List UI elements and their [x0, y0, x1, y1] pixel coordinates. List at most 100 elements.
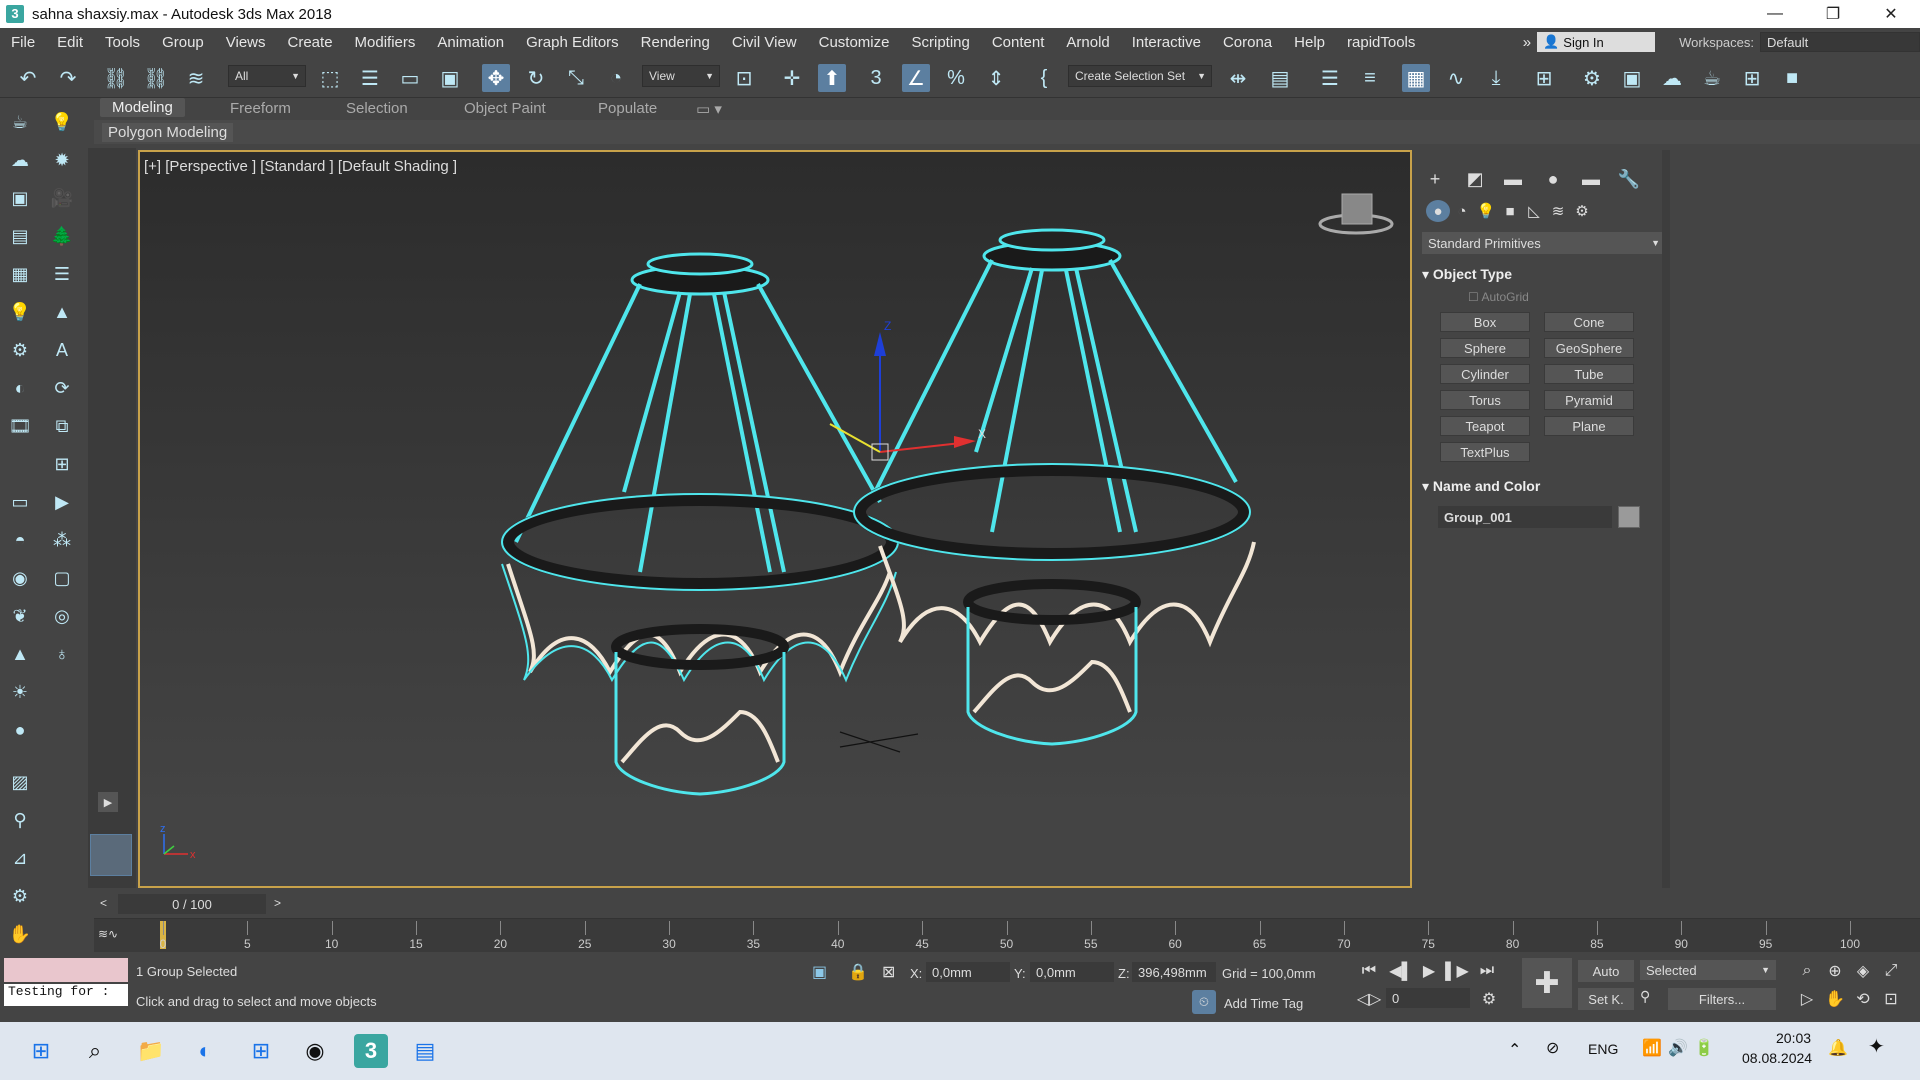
menu-animation[interactable]: Animation	[426, 34, 515, 51]
tab-populate[interactable]: Populate	[598, 100, 657, 117]
menu-help[interactable]: Help	[1283, 34, 1336, 51]
clock-time[interactable]: 20:03	[1776, 1030, 1811, 1046]
edit-named-selection-icon[interactable]: {	[1030, 64, 1058, 92]
snaps-toggle-icon[interactable]: 3	[862, 64, 890, 92]
lamp-icon[interactable]: ♁	[48, 640, 76, 668]
window-crossing-icon[interactable]: ▣	[436, 64, 464, 92]
object-name-field[interactable]: Group_001	[1438, 506, 1612, 528]
z-coordinate-field[interactable]: 396,498mm	[1132, 962, 1216, 982]
pipe-icon[interactable]: ⚲	[6, 806, 34, 834]
frame-icon[interactable]: ⧉	[48, 412, 76, 440]
utilities-tab-icon[interactable]: 🔧	[1614, 166, 1644, 192]
sunlight-icon[interactable]: ☀	[6, 678, 34, 706]
zoom-extents-all-icon[interactable]: ⤢	[1878, 958, 1904, 984]
layer-explorer-icon[interactable]: ≡	[1356, 64, 1384, 92]
image-icon[interactable]: ▣	[6, 184, 34, 212]
group-icon[interactable]: ⁂	[48, 526, 76, 554]
zoom-extents-icon[interactable]: ◈	[1850, 958, 1876, 984]
lights-icon[interactable]: 💡	[1474, 200, 1498, 222]
x-coordinate-field[interactable]: 0,0mm	[926, 962, 1010, 982]
play-icon[interactable]: ▶	[1416, 958, 1442, 984]
maximize-button[interactable]: ❐	[1804, 0, 1862, 28]
menu-rapidtools[interactable]: rapidTools	[1336, 34, 1426, 51]
pivot-center-icon[interactable]: ⊡	[730, 64, 758, 92]
rotate-icon[interactable]: ⟳	[48, 374, 76, 402]
viewport-layout-thumbnail[interactable]	[90, 834, 132, 876]
menu-views[interactable]: Views	[215, 34, 277, 51]
language-indicator[interactable]: ENG	[1588, 1041, 1618, 1057]
track-bar[interactable]: ≋∿ 0 5 10 15 20 25 30 35 40 45 50 55 60 65 70 75 80 85 90 9…	[94, 918, 1920, 952]
pan-icon[interactable]: ✋	[1822, 986, 1848, 1012]
select-by-name-icon[interactable]: ☰	[356, 64, 384, 92]
isolate-selection-icon[interactable]: ▣	[812, 962, 827, 982]
bind-spacewarp-icon[interactable]: ≋	[182, 64, 210, 92]
cloud-icon[interactable]: ☁	[6, 146, 34, 174]
settings-icon[interactable]: ⚙	[6, 336, 34, 364]
shapes-icon[interactable]: ⊿	[6, 844, 34, 872]
key-tangent-icon[interactable]: ⚲	[1640, 988, 1662, 1010]
command-panel-scrollbar[interactable]	[1662, 150, 1670, 888]
material-editor-icon[interactable]: ⚙	[1578, 64, 1606, 92]
menu-modifiers[interactable]: Modifiers	[344, 34, 427, 51]
perspective-viewport[interactable]: [+] [Perspective ] [Standard ] [Default …	[138, 150, 1412, 888]
field-of-view-icon[interactable]: ▷	[1794, 986, 1820, 1012]
menu-file[interactable]: File	[0, 34, 46, 51]
gear-icon[interactable]: ⚙	[6, 882, 34, 910]
film-icon[interactable]: 🎞	[6, 412, 34, 440]
tray-overflow-icon[interactable]: ⌃	[1508, 1040, 1521, 1060]
time-configuration-icon[interactable]: ⚙	[1476, 986, 1502, 1012]
light-icon[interactable]: 💡	[48, 108, 76, 136]
plane-button[interactable]: Plane	[1544, 416, 1634, 436]
angle-snap-icon[interactable]: ∠	[902, 64, 930, 92]
add-time-tag[interactable]: Add Time Tag	[1224, 996, 1303, 1011]
menu-group[interactable]: Group	[151, 34, 215, 51]
reference-coordinate-select[interactable]: View ▼	[642, 65, 720, 87]
menu-scripting[interactable]: Scripting	[900, 34, 980, 51]
auto-key-button[interactable]: Auto	[1578, 960, 1634, 982]
maxscript-listener-input[interactable]: Testing for :	[4, 984, 128, 1006]
a360-gallery-icon[interactable]: ■	[1778, 64, 1806, 92]
sign-in-dropdown[interactable]: 👤 Sign In	[1537, 32, 1656, 52]
tab-freeform[interactable]: Freeform	[230, 100, 291, 117]
object-color-swatch[interactable]	[1618, 506, 1640, 528]
scene-explorer-icon[interactable]: ☰	[1316, 64, 1344, 92]
undo-icon[interactable]: ↶	[14, 64, 42, 92]
polygon-modeling-panel[interactable]: Polygon Modeling	[102, 123, 234, 142]
volume-icon[interactable]: 🔊	[1668, 1038, 1688, 1058]
clock-date[interactable]: 08.08.2024	[1742, 1050, 1812, 1066]
hatch-icon[interactable]: ▨	[6, 768, 34, 796]
time-slider[interactable]: < 0 / 100 >	[94, 894, 1920, 916]
render-production-icon[interactable]: ☕	[1698, 64, 1726, 92]
menu-create[interactable]: Create	[277, 34, 344, 51]
box-button[interactable]: Box	[1440, 312, 1530, 332]
sphere-icon[interactable]: ◐	[6, 374, 34, 402]
document-icon[interactable]: ▤	[6, 222, 34, 250]
chandelier-right[interactable]	[853, 228, 1256, 746]
display-tab-icon[interactable]: ▬	[1576, 166, 1606, 192]
teapot-button[interactable]: Teapot	[1440, 416, 1530, 436]
close-button[interactable]: ✕	[1862, 0, 1920, 28]
selection-lock-icon[interactable]: 🔒	[848, 962, 868, 982]
network-off-icon[interactable]: ⊘	[1546, 1038, 1559, 1058]
menu-overflow-icon[interactable]: »	[1523, 34, 1531, 51]
key-mode-icon[interactable]: ◁▷	[1356, 986, 1382, 1012]
move-gizmo[interactable]: X Z	[829, 319, 986, 461]
chrome-icon[interactable]: ◉	[298, 1034, 332, 1068]
shapes-icon[interactable]: ◔	[1450, 200, 1474, 222]
chandelier-left[interactable]	[501, 252, 899, 796]
spacewarps-icon[interactable]: ≋	[1546, 200, 1570, 222]
torus-icon[interactable]: ◎	[48, 602, 76, 630]
table-icon[interactable]: ▦	[6, 260, 34, 288]
next-frame-icon[interactable]: ▌▶	[1444, 958, 1470, 984]
menu-interactive[interactable]: Interactive	[1121, 34, 1212, 51]
keyboard-shortcut-override-icon[interactable]: ⬆	[818, 64, 846, 92]
menu-arnold[interactable]: Arnold	[1055, 34, 1120, 51]
set-key-button[interactable]: Set K.	[1578, 988, 1634, 1010]
create-selection-set-select[interactable]: Create Selection Set ▼	[1068, 65, 1212, 87]
filters-button[interactable]: Filters...	[1668, 988, 1776, 1010]
zoom-all-icon[interactable]: ⊕	[1822, 958, 1848, 984]
redo-icon[interactable]: ↷	[54, 64, 82, 92]
y-coordinate-field[interactable]: 0,0mm	[1030, 962, 1114, 982]
battery-icon[interactable]: 🔋	[1694, 1038, 1714, 1058]
menu-edit[interactable]: Edit	[46, 34, 94, 51]
